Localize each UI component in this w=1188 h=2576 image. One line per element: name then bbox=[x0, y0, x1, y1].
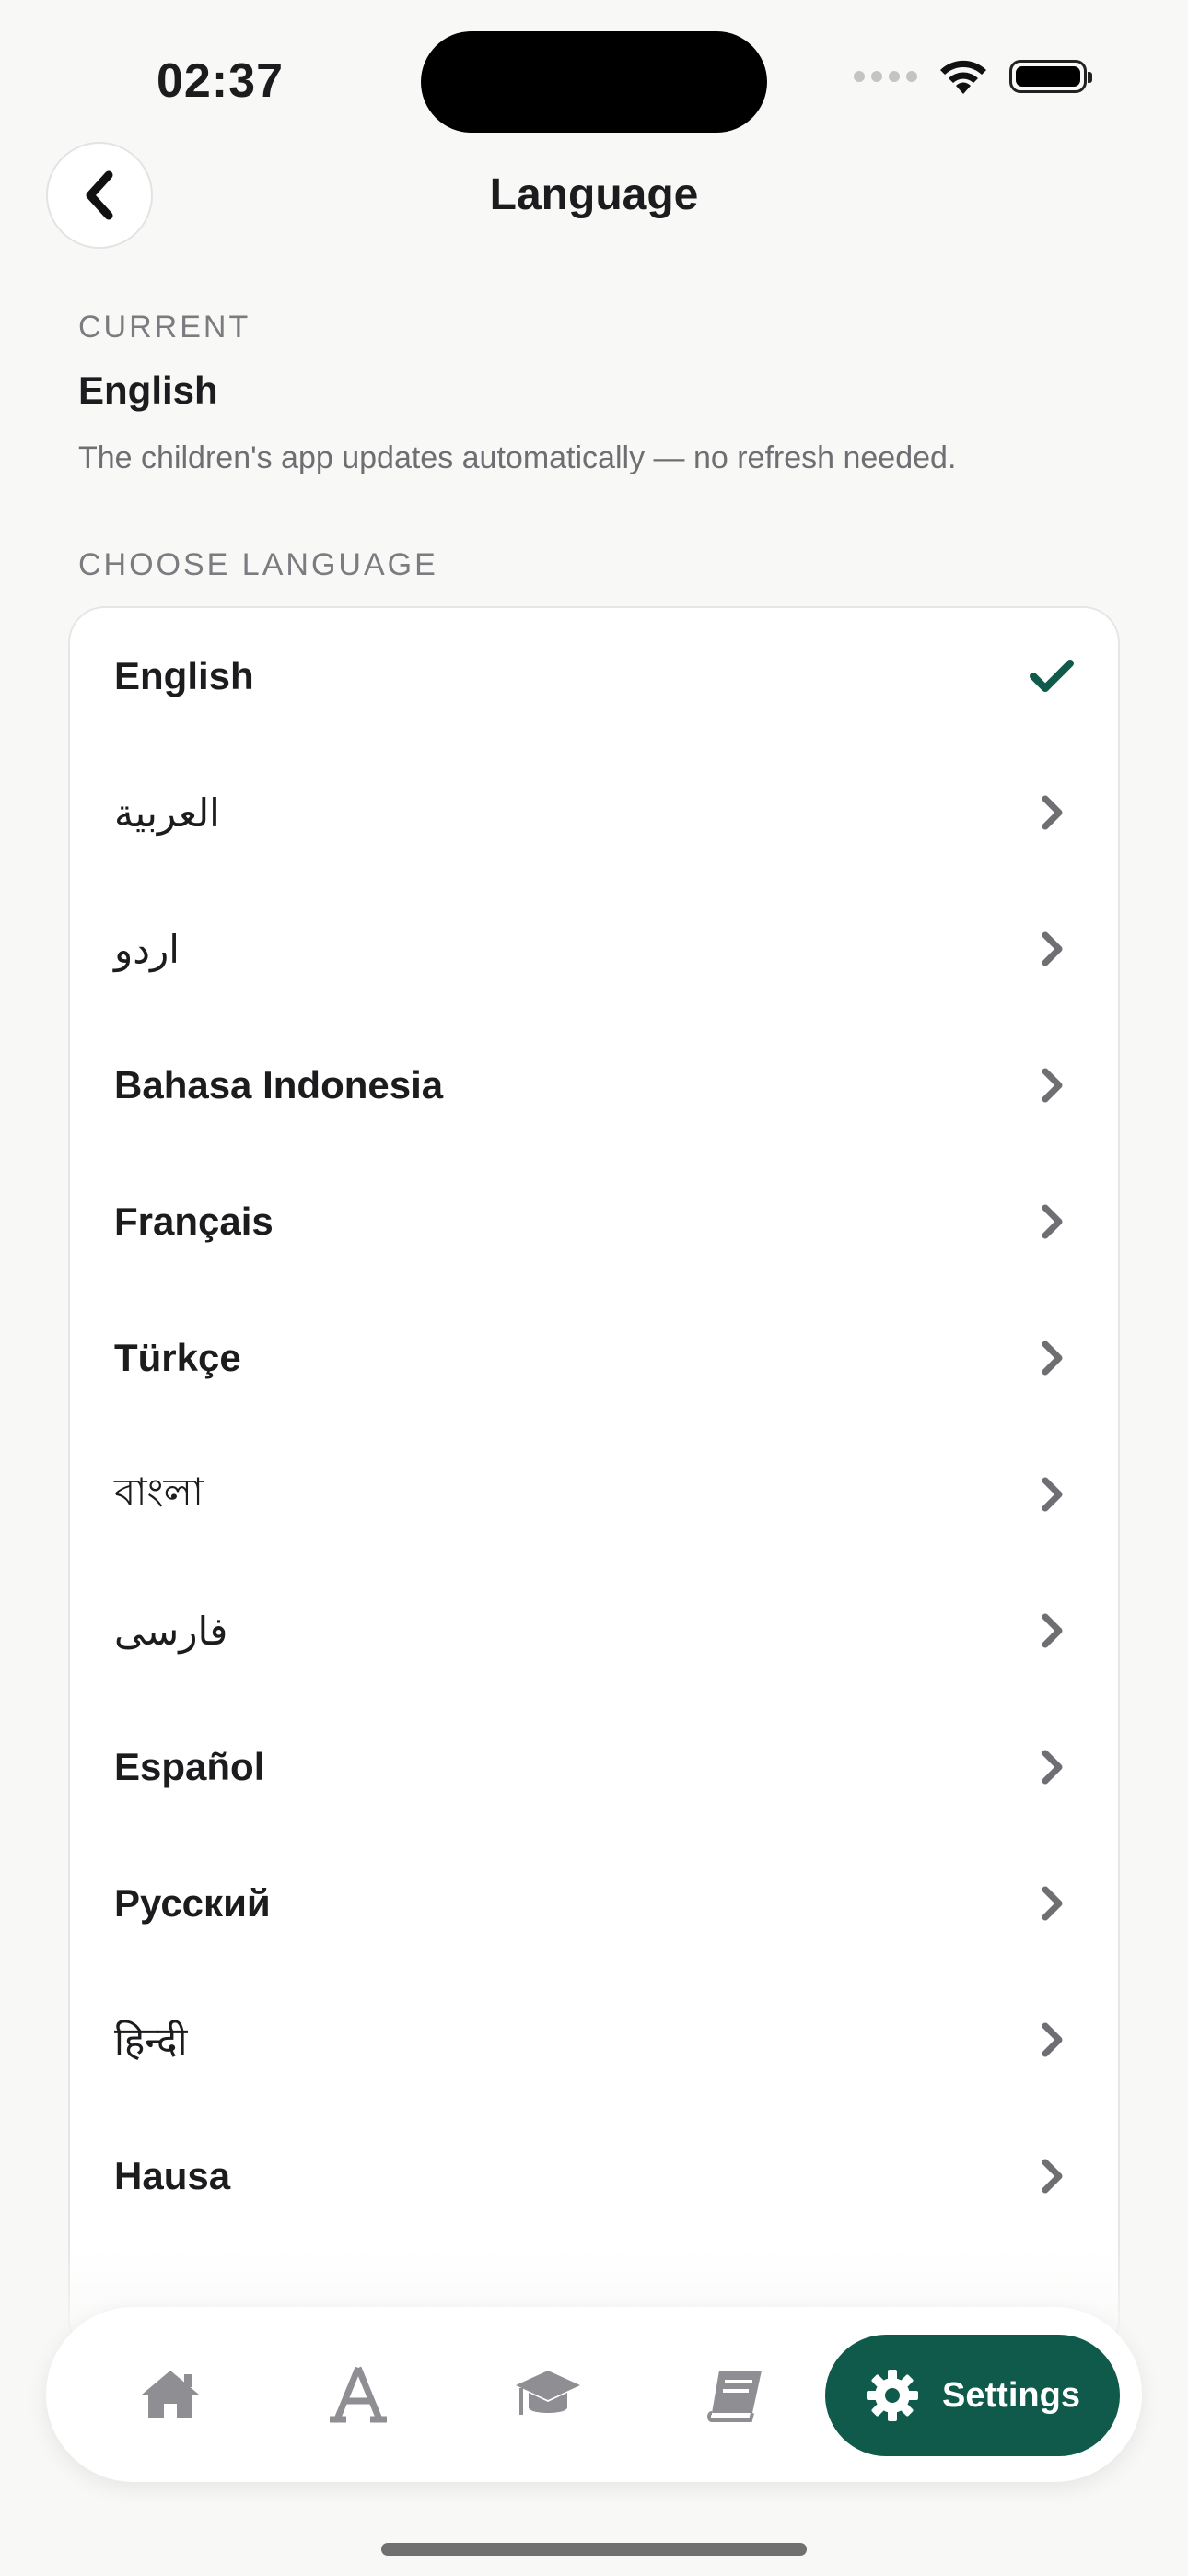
choose-section-label: CHOOSE LANGUAGE bbox=[78, 547, 438, 582]
home-icon bbox=[142, 2371, 199, 2418]
language-row[interactable]: Español bbox=[70, 1699, 1118, 1835]
tab-alphabet[interactable] bbox=[317, 2353, 400, 2436]
status-time: 02:37 bbox=[157, 54, 284, 108]
language-label: Español bbox=[114, 1745, 265, 1788]
tab-home[interactable] bbox=[129, 2353, 212, 2436]
page-title: Language bbox=[489, 170, 699, 219]
language-label: Bahasa Indonesia bbox=[114, 1063, 444, 1107]
language-row[interactable]: Русский bbox=[70, 1835, 1118, 1972]
language-list: English العربية اردو Bahasa Indonesia França… bbox=[68, 606, 1120, 2357]
language-label: فارسی bbox=[114, 1609, 228, 1653]
chevron-right-icon bbox=[1030, 927, 1074, 971]
language-label: हिन्दी bbox=[114, 2019, 188, 2063]
language-row[interactable]: हिन्दी bbox=[70, 1972, 1118, 2108]
language-label: Français bbox=[114, 1200, 274, 1243]
current-language-value: English bbox=[78, 369, 218, 412]
chevron-right-icon bbox=[1030, 1745, 1074, 1789]
language-label: English bbox=[114, 654, 254, 697]
language-label: Türkçe bbox=[114, 1336, 241, 1379]
language-label: العربية bbox=[114, 790, 220, 835]
language-row[interactable]: فارسی bbox=[70, 1563, 1118, 1699]
chevron-right-icon bbox=[1030, 790, 1074, 835]
cellular-signal-icon bbox=[854, 71, 917, 82]
graduation-cap-icon bbox=[516, 2371, 580, 2415]
tab-settings[interactable]: Settings bbox=[825, 2335, 1120, 2456]
chevron-right-icon bbox=[1030, 1336, 1074, 1380]
status-indicators bbox=[854, 57, 1092, 96]
language-label: Русский bbox=[114, 1881, 271, 1925]
language-row[interactable]: اردو bbox=[70, 881, 1118, 1017]
language-row[interactable]: English bbox=[70, 608, 1118, 744]
home-indicator bbox=[381, 2543, 807, 2556]
checkmark-icon bbox=[1030, 654, 1074, 698]
chevron-right-icon bbox=[1030, 1881, 1074, 1926]
language-row[interactable]: Türkçe bbox=[70, 1290, 1118, 1426]
chevron-right-icon bbox=[1030, 2018, 1074, 2062]
dynamic-island bbox=[421, 31, 767, 133]
battery-icon bbox=[1009, 60, 1092, 93]
tab-settings-label: Settings bbox=[942, 2375, 1080, 2415]
alphabet-icon bbox=[330, 2366, 387, 2423]
language-label: বাংলা bbox=[114, 1469, 204, 1514]
bottom-tab-bar: Settings bbox=[46, 2307, 1142, 2482]
chevron-right-icon bbox=[1030, 1200, 1074, 1244]
language-row[interactable]: Français bbox=[70, 1153, 1118, 1290]
language-row[interactable]: বাংলা bbox=[70, 1426, 1118, 1563]
current-section-label: CURRENT bbox=[78, 310, 251, 345]
tab-books[interactable] bbox=[694, 2353, 777, 2436]
chevron-right-icon bbox=[1030, 1472, 1074, 1516]
language-row[interactable]: Hausa bbox=[70, 2108, 1118, 2244]
book-icon bbox=[707, 2371, 762, 2422]
language-row[interactable]: Bahasa Indonesia bbox=[70, 1017, 1118, 1153]
language-label: Hausa bbox=[114, 2154, 231, 2197]
gear-icon bbox=[867, 2370, 919, 2421]
language-label: اردو bbox=[114, 927, 180, 971]
chevron-right-icon bbox=[1030, 2154, 1074, 2198]
language-row[interactable]: العربية bbox=[70, 744, 1118, 881]
chevron-right-icon bbox=[1030, 1609, 1074, 1653]
tab-learn[interactable] bbox=[507, 2353, 589, 2436]
chevron-right-icon bbox=[1030, 1063, 1074, 1107]
current-language-note: The children's app updates automatically… bbox=[78, 440, 957, 475]
wifi-icon bbox=[940, 60, 986, 94]
